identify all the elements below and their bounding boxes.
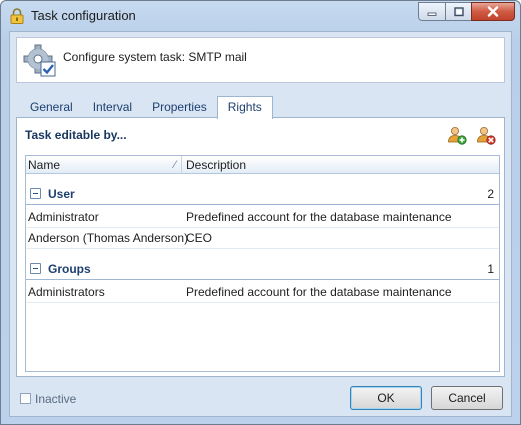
minimize-button[interactable] [418, 2, 445, 21]
user-remove-icon[interactable] [476, 125, 496, 145]
task-header-title: Configure system task: SMTP mail [63, 50, 247, 64]
maximize-button[interactable] [445, 2, 471, 21]
task-header: Configure system task: SMTP mail [16, 37, 505, 83]
maximize-icon [453, 6, 464, 16]
inactive-checkbox[interactable] [20, 393, 31, 404]
cell-description: Predefined account for the database main… [186, 210, 452, 224]
cell-description: Predefined account for the database main… [186, 285, 452, 299]
rights-grid[interactable]: Name ⁄ Description User 2 Administrator … [25, 155, 500, 372]
gear-check-icon [23, 44, 56, 77]
column-name-label: Name [28, 158, 61, 172]
tab-general[interactable]: General [20, 97, 83, 118]
sort-indicator-icon: ⁄ [174, 159, 176, 171]
table-row[interactable]: Administrators Predefined account for th… [26, 282, 499, 303]
collapse-icon[interactable] [30, 263, 41, 274]
cell-name: Administrators [28, 285, 105, 299]
cell-name: Administrator [28, 210, 99, 224]
tab-rights[interactable]: Rights [216, 96, 273, 119]
cancel-button[interactable]: Cancel [431, 386, 503, 410]
cell-name: Anderson (Thomas Anderson) [28, 231, 189, 245]
group-row-groups[interactable]: Groups 1 [26, 258, 499, 280]
task-configuration-window: Task configuration Configure system task… [0, 0, 521, 425]
collapse-icon[interactable] [30, 188, 41, 199]
title-bar[interactable]: Task configuration [1, 1, 520, 31]
inactive-label[interactable]: Inactive [35, 392, 76, 406]
group-row-user[interactable]: User 2 [26, 183, 499, 205]
ok-button[interactable]: OK [350, 386, 422, 410]
column-description-label: Description [186, 158, 247, 172]
table-row[interactable]: Administrator Predefined account for the… [26, 207, 499, 228]
close-button[interactable] [471, 2, 515, 21]
caption-buttons [418, 2, 515, 21]
group-count: 1 [487, 262, 494, 276]
window-title: Task configuration [31, 8, 136, 23]
close-icon [487, 6, 499, 17]
minimize-icon [427, 12, 437, 16]
tab-strip: General Interval Properties Rights [20, 96, 273, 119]
group-count: 2 [487, 187, 494, 201]
tab-properties[interactable]: Properties [142, 97, 217, 118]
rights-panel: Task editable by... Name ⁄ Description U… [16, 117, 505, 377]
dialog-body: Configure system task: SMTP mail General… [9, 31, 512, 417]
table-row[interactable]: Anderson (Thomas Anderson) CEO [26, 228, 499, 249]
column-header-name[interactable]: Name ⁄ [26, 156, 182, 174]
user-add-icon[interactable] [447, 125, 467, 145]
column-header-description[interactable]: Description [184, 156, 246, 174]
grid-header: Name ⁄ Description [26, 156, 499, 174]
group-label: User [48, 187, 75, 201]
lock-icon [10, 8, 24, 24]
cell-description: CEO [186, 231, 213, 245]
section-title: Task editable by... [25, 128, 127, 142]
group-label: Groups [48, 262, 91, 276]
tab-interval[interactable]: Interval [83, 97, 142, 118]
